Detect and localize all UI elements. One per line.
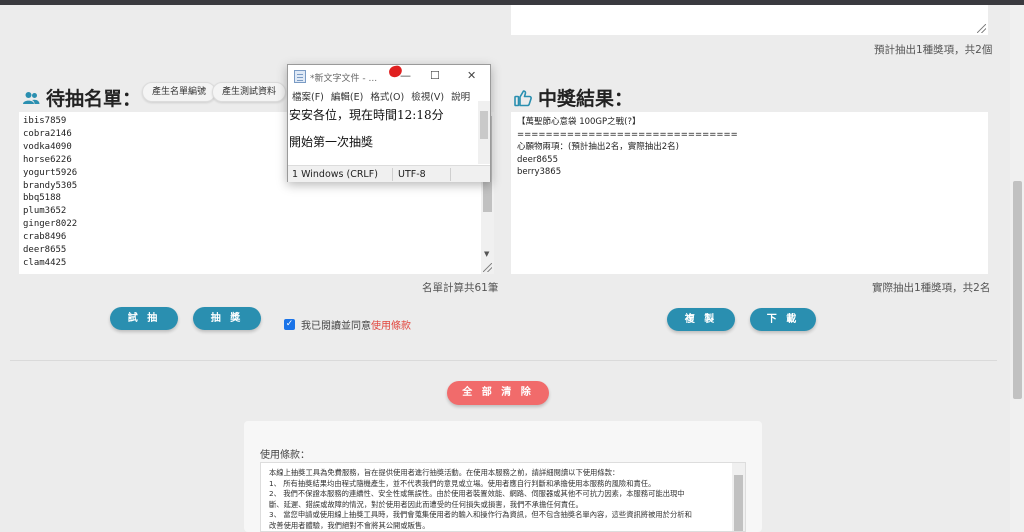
- notepad-menu-item[interactable]: 格式(O): [370, 89, 404, 103]
- resize-grip-icon[interactable]: [483, 263, 492, 272]
- name-count-note: 名單計算共61筆: [422, 282, 499, 294]
- name-entry: bbq5188: [23, 193, 61, 204]
- agree-terms[interactable]: ✓ 我已閱讀並同意 使用條款: [284, 317, 411, 332]
- notepad-menu-item[interactable]: 檢視(V): [411, 89, 444, 103]
- terms-line: 3、 當您申請或使用線上抽獎工具時，我們會蒐集使用者的輸入和操作行為資訊，但不包…: [269, 510, 692, 519]
- scroll-down-icon[interactable]: ▼: [484, 250, 489, 258]
- result-lines: 【萬聖節心意袋 100GP之戰(?】 ======================…: [517, 116, 738, 179]
- previous-textarea[interactable]: [511, 5, 988, 35]
- notepad-window[interactable]: *新文字文件 - ... — ☐ ✕ 檔案(F) 編輯(E) 格式(O) 檢視(V) 說…: [287, 64, 491, 182]
- terms-scrollbar[interactable]: [732, 463, 745, 531]
- scroll-thumb[interactable]: [734, 475, 743, 531]
- name-list: ibis7859 cobra2146 vodka4090 horse6226 yogur…: [23, 115, 77, 270]
- status-encoding: UTF-8: [398, 169, 426, 180]
- result-line: berry3865: [517, 167, 562, 178]
- terms-line: 改善使用者體驗，我們絕對不會將其公開或販售。: [269, 520, 430, 530]
- notepad-menu-item[interactable]: 檔案(F): [292, 89, 324, 103]
- name-entry: yogurt5926: [23, 167, 78, 178]
- trial-draw-button[interactable]: 試 抽: [110, 307, 178, 330]
- name-entry: plum3652: [23, 206, 67, 217]
- terms-line: 1、 所有抽獎結果均由程式隨機產生，並不代表我們的意見或立場。使用者應自行判斷和…: [269, 478, 656, 488]
- result-heading: 中獎結果：: [514, 84, 633, 111]
- status-line-ending: 1 Windows (CRLF): [292, 169, 378, 180]
- expected-prize-note: 預計抽出1種獎項，共2個: [874, 44, 993, 56]
- status-separator: [392, 168, 393, 181]
- notepad-title: *新文字文件 - ...: [310, 74, 378, 84]
- section-divider: [10, 360, 997, 361]
- notepad-menu-item[interactable]: 說明: [451, 89, 470, 103]
- name-entry: ibis7859: [23, 116, 67, 126]
- name-entry: vodka4090: [23, 141, 72, 152]
- thumbs-up-icon: [514, 89, 532, 106]
- generate-test-data-button[interactable]: 產生測試資料: [212, 82, 287, 102]
- name-entry: cobra2146: [23, 128, 72, 139]
- result-line: ===============================: [517, 129, 738, 140]
- resize-grip-icon[interactable]: [977, 24, 986, 33]
- generate-numbers-button[interactable]: 產生名單編號: [142, 82, 217, 102]
- terms-line: 2、 我們不保證本服務的連續性、安全性或無誤性。由於使用者裝置效能、網路、伺服器…: [269, 489, 685, 498]
- copy-button[interactable]: 複 製: [667, 308, 735, 331]
- terms-text: 本線上抽獎工具為免費服務，旨在提供使用者進行抽獎活動。在使用本服務之前，請詳細閱…: [269, 468, 731, 531]
- minimize-icon[interactable]: —: [400, 69, 411, 82]
- notepad-titlebar[interactable]: *新文字文件 - ... — ☐ ✕: [288, 64, 490, 87]
- close-icon[interactable]: ✕: [467, 69, 476, 82]
- draw-list-heading: 待抽名單：: [22, 84, 141, 111]
- terms-label: 使用條款：: [260, 450, 310, 461]
- notepad-line: 開始第一次抽獎: [289, 135, 374, 149]
- scroll-thumb[interactable]: [480, 111, 488, 139]
- download-button[interactable]: 下 載: [750, 308, 816, 331]
- result-line: deer8655: [517, 154, 558, 165]
- terms-line: 斷、延遲、錯誤或故障的情況，對於使用者因此而遭受的任何損失或損害，我們不承擔任何…: [269, 499, 583, 509]
- name-entry: horse6226: [23, 154, 72, 165]
- agree-text: 我已閱讀並同意: [301, 321, 371, 332]
- page-scroll-thumb[interactable]: [1013, 181, 1022, 399]
- maximize-icon[interactable]: ☐: [430, 69, 440, 82]
- clear-all-button[interactable]: 全 部 清 除: [447, 381, 549, 405]
- terms-panel: 使用條款： 本線上抽獎工具為免費服務，旨在提供使用者進行抽獎活動。在使用本服務之…: [244, 421, 762, 532]
- users-icon: [23, 91, 40, 104]
- agree-checkbox[interactable]: ✓: [284, 319, 295, 330]
- notepad-menu-item[interactable]: 編輯(E): [331, 89, 363, 103]
- result-title: 中獎結果：: [538, 88, 634, 110]
- result-line: 【萬聖節心意袋 100GP之戰(?】: [517, 117, 641, 127]
- name-entry: brandy5305: [23, 180, 78, 191]
- actual-prize-note: 實際抽出1種獎項，共2名: [872, 282, 991, 294]
- draw-list-title: 待抽名單：: [46, 88, 142, 110]
- draw-button[interactable]: 抽 獎: [193, 307, 261, 330]
- name-entry: crab8496: [23, 232, 67, 243]
- name-entry: deer8655: [23, 245, 67, 256]
- terms-line: 本線上抽獎工具為免費服務，旨在提供使用者進行抽獎活動。在使用本服務之前，請詳細閱…: [269, 468, 620, 477]
- notepad-line: 安安各位，現在時間12:18分: [289, 108, 444, 122]
- terms-link[interactable]: 使用條款: [371, 317, 411, 332]
- status-separator: [450, 168, 451, 181]
- name-entry: clam4425: [23, 257, 67, 268]
- terms-textarea[interactable]: 本線上抽獎工具為免費服務，旨在提供使用者進行抽獎活動。在使用本服務之前，請詳細閱…: [260, 462, 746, 532]
- result-line: 心願物兩項：(預計抽出2名，實際抽出2名): [517, 142, 679, 153]
- result-textarea[interactable]: 【萬聖節心意袋 100GP之戰(?】 ======================…: [511, 112, 988, 274]
- notepad-menu-bar: 檔案(F) 編輯(E) 格式(O) 檢視(V) 說明: [292, 89, 470, 103]
- page-scrollbar[interactable]: [1010, 5, 1024, 532]
- notepad-scrollbar[interactable]: [478, 101, 490, 164]
- notepad-icon: [294, 70, 306, 83]
- notepad-status-bar: 1 Windows (CRLF) UTF-8: [288, 165, 490, 182]
- notepad-text-area[interactable]: 安安各位，現在時間12:18分 開始第一次抽獎: [289, 102, 477, 156]
- name-entry: ginger8022: [23, 219, 78, 230]
